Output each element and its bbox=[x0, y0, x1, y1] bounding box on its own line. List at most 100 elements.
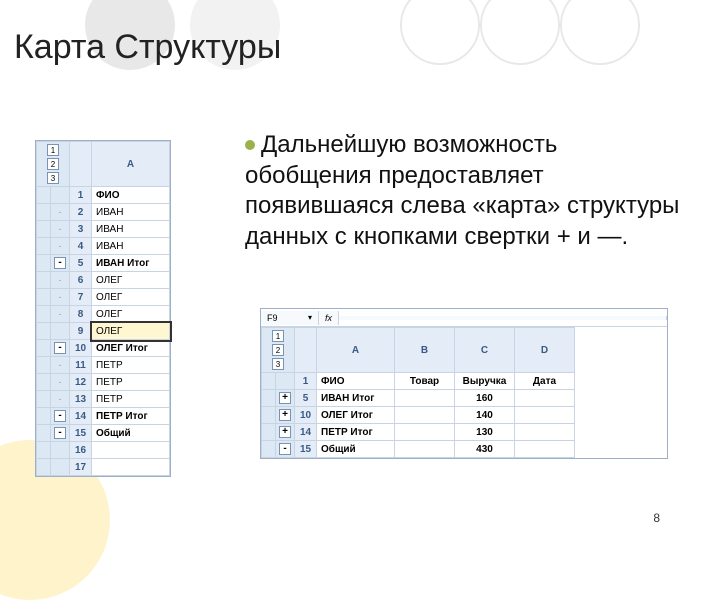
outline-gutter bbox=[37, 255, 51, 272]
outline-toggle: · bbox=[51, 238, 70, 255]
cell[interactable]: ПЕТР bbox=[92, 374, 170, 391]
row-header[interactable]: 10 bbox=[295, 407, 317, 424]
row-header[interactable]: 4 bbox=[70, 238, 92, 255]
outline-toggle[interactable]: - bbox=[51, 408, 70, 425]
col-header[interactable]: B bbox=[395, 328, 455, 373]
row-header[interactable]: 15 bbox=[295, 441, 317, 458]
cell[interactable]: ПЕТР Итог bbox=[92, 408, 170, 425]
outline-toggle[interactable]: - bbox=[276, 441, 295, 458]
row-header[interactable]: 10 bbox=[70, 340, 92, 357]
cell[interactable] bbox=[395, 441, 455, 458]
row-header[interactable]: 1 bbox=[70, 187, 92, 204]
col-header[interactable]: D bbox=[515, 328, 575, 373]
row-header[interactable]: 7 bbox=[70, 289, 92, 306]
col-header[interactable]: A bbox=[317, 328, 395, 373]
cell[interactable]: ФИО bbox=[92, 187, 170, 204]
bullet-icon bbox=[245, 140, 255, 150]
cell[interactable]: Дата bbox=[515, 373, 575, 390]
col-header[interactable]: C bbox=[455, 328, 515, 373]
slide-title: Карта Структуры bbox=[14, 28, 281, 67]
select-all-corner[interactable] bbox=[295, 328, 317, 373]
decor-circle bbox=[480, 0, 560, 65]
outline-level-buttons[interactable]: 123 bbox=[37, 142, 70, 187]
cell[interactable] bbox=[515, 441, 575, 458]
row-header[interactable]: 14 bbox=[295, 424, 317, 441]
cell[interactable]: Товар bbox=[395, 373, 455, 390]
cell[interactable]: 160 bbox=[455, 390, 515, 407]
cell[interactable] bbox=[395, 390, 455, 407]
outline-toggle[interactable]: - bbox=[51, 340, 70, 357]
outline-toggle: · bbox=[51, 306, 70, 323]
cell[interactable]: Выручка bbox=[455, 373, 515, 390]
outline-gutter bbox=[37, 289, 51, 306]
select-all-corner[interactable] bbox=[70, 142, 92, 187]
row-header[interactable]: 16 bbox=[70, 442, 92, 459]
outline-toggle[interactable]: + bbox=[276, 390, 295, 407]
outline-gutter bbox=[37, 323, 51, 340]
cell[interactable] bbox=[395, 424, 455, 441]
row-header[interactable]: 2 bbox=[70, 204, 92, 221]
cell[interactable] bbox=[92, 442, 170, 459]
outline-toggle: · bbox=[51, 204, 70, 221]
cell[interactable]: ИВАН bbox=[92, 204, 170, 221]
cell[interactable] bbox=[92, 459, 170, 476]
row-header[interactable]: 6 bbox=[70, 272, 92, 289]
outline-toggle[interactable]: + bbox=[276, 407, 295, 424]
page-number: 8 bbox=[653, 511, 660, 525]
chevron-down-icon[interactable]: ▾ bbox=[308, 313, 312, 322]
name-box[interactable]: F9 ▾ bbox=[261, 311, 319, 325]
cell[interactable]: 140 bbox=[455, 407, 515, 424]
outline-gutter bbox=[262, 424, 276, 441]
outline-gutter bbox=[37, 357, 51, 374]
cell[interactable]: ПЕТР bbox=[92, 391, 170, 408]
cell[interactable]: ОЛЕГ bbox=[92, 306, 170, 323]
outline-gutter bbox=[262, 441, 276, 458]
outline-level-buttons[interactable]: 123 bbox=[262, 328, 295, 373]
cell[interactable]: ИВАН bbox=[92, 238, 170, 255]
cell[interactable]: Общий bbox=[92, 425, 170, 442]
cell[interactable]: 130 bbox=[455, 424, 515, 441]
row-header[interactable]: 17 bbox=[70, 459, 92, 476]
outline-gutter bbox=[37, 238, 51, 255]
outline-toggle[interactable]: - bbox=[51, 255, 70, 272]
row-header[interactable]: 14 bbox=[70, 408, 92, 425]
cell[interactable]: ИВАН Итог bbox=[317, 390, 395, 407]
cell[interactable] bbox=[395, 407, 455, 424]
row-header[interactable]: 3 bbox=[70, 221, 92, 238]
formula-input[interactable] bbox=[339, 316, 667, 320]
cell[interactable] bbox=[515, 424, 575, 441]
cell[interactable]: ФИО bbox=[317, 373, 395, 390]
cell[interactable]: ИВАН Итог bbox=[92, 255, 170, 272]
cell[interactable] bbox=[515, 390, 575, 407]
outline-gutter bbox=[262, 407, 276, 424]
cell[interactable]: ОЛЕГ bbox=[92, 289, 170, 306]
row-header[interactable]: 8 bbox=[70, 306, 92, 323]
cell[interactable]: ОЛЕГ bbox=[92, 323, 170, 340]
cell[interactable]: ОЛЕГ Итог bbox=[92, 340, 170, 357]
row-header[interactable]: 15 bbox=[70, 425, 92, 442]
outline-gutter bbox=[37, 408, 51, 425]
outline-gutter bbox=[37, 204, 51, 221]
cell[interactable]: ПЕТР Итог bbox=[317, 424, 395, 441]
cell[interactable]: 430 bbox=[455, 441, 515, 458]
decor-circle bbox=[560, 0, 640, 65]
outline-toggle[interactable]: - bbox=[51, 425, 70, 442]
fx-icon[interactable]: fx bbox=[319, 311, 339, 325]
body-text: Дальнейшую возможность обобщения предост… bbox=[245, 131, 679, 250]
row-header[interactable]: 1 bbox=[295, 373, 317, 390]
col-header-A[interactable]: A bbox=[92, 142, 170, 187]
row-header[interactable]: 12 bbox=[70, 374, 92, 391]
row-header[interactable]: 11 bbox=[70, 357, 92, 374]
cell[interactable]: ИВАН bbox=[92, 221, 170, 238]
row-header[interactable]: 13 bbox=[70, 391, 92, 408]
cell[interactable]: Общий bbox=[317, 441, 395, 458]
cell[interactable]: ПЕТР bbox=[92, 357, 170, 374]
outline-toggle[interactable]: + bbox=[276, 424, 295, 441]
cell[interactable] bbox=[515, 407, 575, 424]
cell[interactable]: ОЛЕГ Итог bbox=[317, 407, 395, 424]
cell[interactable]: ОЛЕГ bbox=[92, 272, 170, 289]
row-header[interactable]: 5 bbox=[70, 255, 92, 272]
outline-gutter bbox=[37, 391, 51, 408]
row-header[interactable]: 9 bbox=[70, 323, 92, 340]
row-header[interactable]: 5 bbox=[295, 390, 317, 407]
